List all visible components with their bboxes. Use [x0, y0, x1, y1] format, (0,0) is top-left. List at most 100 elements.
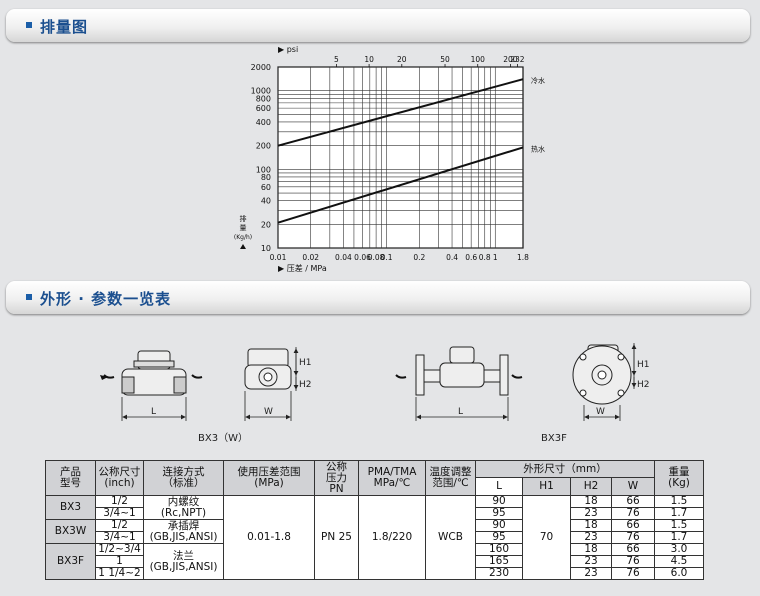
x-tick-label: 1 [493, 253, 498, 262]
W-cell: 66 [611, 543, 655, 556]
header-connection: 连接方式 （标准） [143, 460, 224, 496]
weight-cell: 4.5 [654, 555, 704, 568]
weight-cell: 3.0 [654, 543, 704, 556]
W-cell: 76 [611, 507, 655, 520]
bx3-front-view [121, 350, 187, 396]
range-cell: 0.01-1.8 [223, 495, 315, 580]
H2-cell: 18 [570, 519, 612, 532]
model-cell: BX3F [45, 543, 96, 580]
size-cell: 1/2 [95, 519, 144, 532]
L-cell: 230 [475, 567, 523, 580]
section-header-discharge: 排量图 [6, 9, 750, 42]
dim-H1-label: H1 [299, 358, 312, 368]
header-H2: H2 [570, 477, 612, 496]
pn-cell: PN 25 [314, 495, 359, 580]
x-tick-label: 1.8 [517, 253, 529, 262]
y-tick-label: 40 [261, 197, 271, 206]
header-H1: H1 [522, 477, 571, 496]
discharge-chart: 冷水热水0.01 0.02 0.04 0.060.080.1 0.2 0.4 0.6 0.8 1… [234, 45, 545, 273]
size-cell: 1 1/4~2 [95, 567, 144, 580]
H2-cell: 23 [570, 555, 612, 568]
weight-cell: 1.7 [654, 507, 704, 520]
y-tick-label: 600 [256, 104, 271, 113]
bx3f-side-view [572, 344, 632, 405]
connection-cell: 法兰 (GB,JIS,ANSI) [143, 543, 224, 580]
x-tick-label: 0.02 [302, 253, 319, 262]
x-tick-label: 0.6 [465, 253, 477, 262]
bx3f-caption: BX3F [541, 433, 567, 444]
size-cell: 1/2 [95, 495, 144, 508]
flow-out-icon [511, 374, 523, 379]
L-cell: 90 [475, 519, 523, 532]
W-cell: 76 [611, 567, 655, 580]
connection-cell: 承插焊 (GB,JIS,ANSI) [143, 519, 224, 544]
dim-W-label: W [596, 407, 605, 417]
chart-grid [277, 64, 524, 249]
header-pn: 公称 压力 PN [314, 460, 359, 496]
header-model: 产品 型号 [45, 460, 96, 496]
series-label: 冷水 [531, 76, 545, 85]
dim-L-label: L [458, 407, 463, 417]
series-label: 热水 [531, 144, 545, 153]
section-title: 外形 · 参数一览表 [40, 290, 172, 308]
product-drawings: L W H1 H2 L W H1 H2 BX3（W） BX3F [100, 343, 650, 444]
header-temp: 温度调整 范围/℃ [425, 460, 476, 496]
bx3-caption: BX3（W） [198, 432, 248, 444]
top-tick-label: 5 [334, 55, 339, 64]
bx3f-front-view [415, 346, 509, 396]
weight-cell: 6.0 [654, 567, 704, 580]
top-tick-label: 50 [440, 55, 450, 64]
size-cell: 1 [95, 555, 144, 568]
top-axis-label: ▶ psi [278, 45, 298, 54]
y-tick-label: 400 [256, 118, 271, 127]
x-axis-label: ▶ 压差 / MPa [278, 263, 327, 273]
x-tick-label: 0.4 [446, 253, 458, 262]
L-cell: 95 [475, 507, 523, 520]
H1-cell: 70 [522, 495, 571, 580]
y-tick-label: 10 [261, 244, 271, 253]
y-tick-label: 20 [261, 220, 271, 229]
top-tick-label: 232 [510, 55, 525, 64]
W-cell: 66 [611, 495, 655, 508]
x-tick-label: 0.2 [413, 253, 425, 262]
flow-out-icon [191, 374, 203, 379]
H2-cell: 23 [570, 507, 612, 520]
section-title: 排量图 [40, 18, 89, 36]
header-size: 公称尺寸 (inch) [95, 460, 144, 496]
top-tick-label: 20 [397, 55, 407, 64]
size-cell: 1/2~3/4 [95, 543, 144, 556]
weight-cell: 1.7 [654, 531, 704, 544]
H2-cell: 18 [570, 495, 612, 508]
header-dims: 外形尺寸（mm） [475, 460, 655, 478]
section-header-dimensions: 外形 · 参数一览表 [6, 281, 750, 314]
H2-cell: 23 [570, 531, 612, 544]
L-cell: 165 [475, 555, 523, 568]
top-tick-label: 100 [471, 55, 486, 64]
L-cell: 160 [475, 543, 523, 556]
y-tick-label: 800 [256, 94, 271, 103]
size-cell: 3/4~1 [95, 507, 144, 520]
bullet-icon [26, 294, 32, 300]
pma-cell: 1.8/220 [358, 495, 426, 580]
y-tick-label: 60 [261, 183, 271, 192]
size-cell: 3/4~1 [95, 531, 144, 544]
W-cell: 76 [611, 555, 655, 568]
connection-cell: 内螺纹 (Rc,NPT) [143, 495, 224, 520]
header-pma: PMA/TMA MPa/℃ [358, 460, 426, 496]
weight-cell: 1.5 [654, 495, 704, 508]
dim-H1-label: H1 [637, 360, 650, 370]
flow-in-icon [395, 374, 407, 379]
x-tick-label: 0.04 [335, 253, 352, 262]
y-tick-label: 80 [261, 173, 271, 182]
dim-W-label: W [264, 407, 273, 417]
x-tick-label: 0.8 [479, 253, 491, 262]
y-tick-label: 2000 [251, 63, 271, 72]
x-tick-label: 0.01 [270, 253, 287, 262]
bullet-icon [26, 22, 32, 28]
header-weight: 重量 (Kg) [654, 460, 704, 496]
H2-cell: 23 [570, 567, 612, 580]
header-L: L [475, 477, 523, 496]
W-cell: 66 [611, 519, 655, 532]
model-cell: BX3W [45, 519, 96, 544]
y-axis-label: 排量(Kg/h) [234, 214, 252, 241]
